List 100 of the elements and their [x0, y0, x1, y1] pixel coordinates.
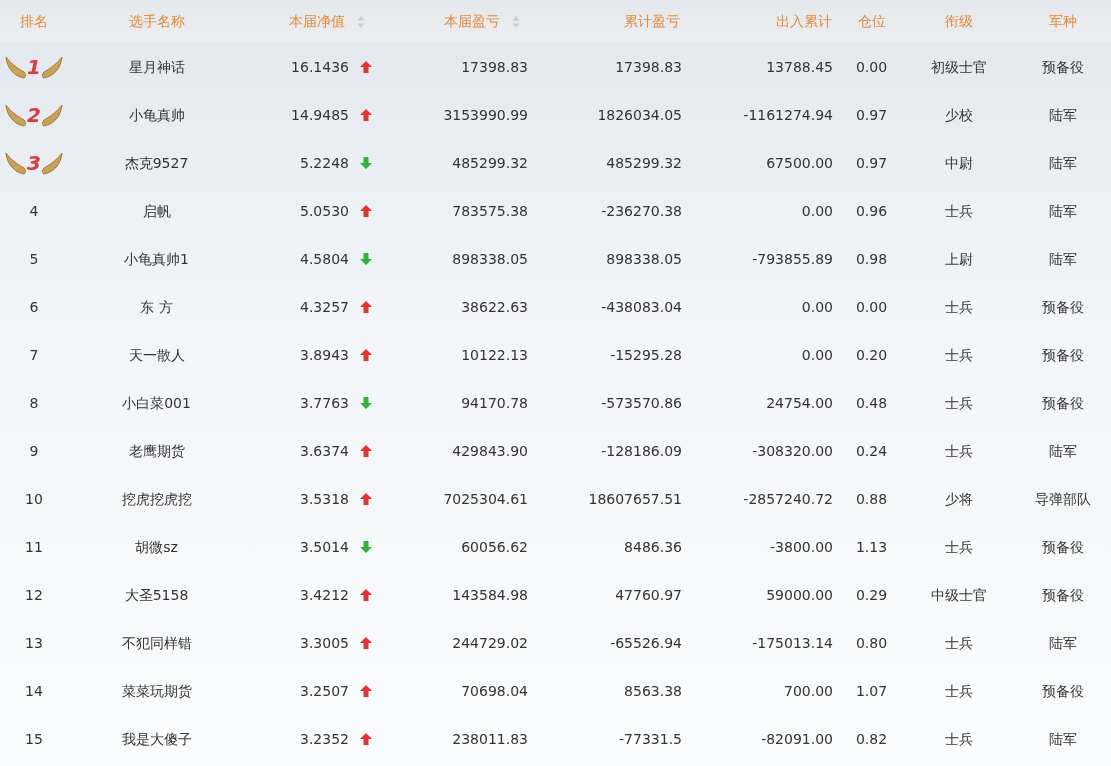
table-cell-text: -175013.14: [752, 633, 833, 653]
table-cell-text: -1161274.94: [743, 105, 833, 125]
table-cell-text: 1.07: [855, 681, 888, 701]
table-cell-text: 3.8943: [300, 345, 349, 365]
table-cell-text: -65526.94: [610, 633, 682, 653]
table-cell-text: 初级士官: [931, 57, 987, 77]
table-cell-text: -236270.38: [601, 201, 682, 221]
table-cell-text: 陆军: [1049, 729, 1077, 749]
table-cell-text: 3.6374: [300, 441, 349, 461]
player-name: 天一散人: [128, 345, 185, 365]
table-cell-text: 0.96: [855, 201, 888, 221]
player-name: 启帆: [142, 201, 171, 221]
rank-number: 2: [27, 102, 41, 129]
table-cell-text: -438083.04: [601, 297, 682, 317]
table-cell-text: 3.4212: [300, 585, 349, 605]
table-cell-text: 3.7763: [300, 393, 349, 413]
table-cell-text: 0.20: [855, 345, 888, 365]
table-cell-text: 238011.83: [452, 729, 528, 749]
rank-number: 4: [29, 201, 39, 221]
wing-icon: [4, 102, 27, 128]
sort-icon[interactable]: [512, 14, 520, 29]
rank-number: 10: [25, 489, 43, 509]
table-cell-text: 14.9485: [291, 105, 349, 125]
table-cell-text: 0.80: [855, 633, 888, 653]
rank-number: 15: [25, 729, 43, 749]
table-cell-text: 47760.97: [615, 585, 682, 605]
table-cell-text: 898338.05: [606, 249, 682, 269]
rank-number: 9: [29, 441, 39, 461]
table-cell-text: 0.97: [855, 153, 888, 173]
table-cell-text: 700.00: [784, 681, 833, 701]
table-cell-text: -77331.5: [619, 729, 682, 749]
player-name: 小龟真帅1: [124, 249, 189, 269]
table-cell-text: 94170.78: [461, 393, 528, 413]
player-name: 菜菜玩期货: [121, 681, 192, 701]
rank-number: 13: [25, 633, 43, 653]
table-cell-text: 0.48: [855, 393, 888, 413]
table-cell-text: 17398.83: [461, 57, 528, 77]
table-cell-text: -15295.28: [610, 345, 682, 365]
wing-icon: [4, 150, 27, 176]
table-cell-text: 士兵: [945, 441, 973, 461]
table-cell-text: 士兵: [945, 345, 973, 365]
table-cell-text: 783575.38: [452, 201, 528, 221]
table-cell-text: 0.00: [801, 345, 833, 365]
rank-number: 5: [29, 249, 39, 269]
table-cell-text: 0.00: [855, 297, 888, 317]
table-cell-text: 士兵: [945, 393, 973, 413]
table-cell-text: -573570.86: [601, 393, 682, 413]
table-cell-text: 3.2352: [300, 729, 349, 749]
rank-number: 12: [25, 585, 43, 605]
table-cell-text: 0.00: [801, 201, 833, 221]
table-cell-text: 上尉: [945, 249, 973, 269]
table-cell-text: 485299.32: [452, 153, 528, 173]
rank-number: 1: [27, 54, 41, 81]
table-cell-text: 预备役: [1042, 681, 1084, 701]
table-cell-text: 8486.36: [624, 537, 682, 557]
wing-icon: [41, 54, 64, 80]
table-cell-text: 陆军: [1049, 633, 1077, 653]
table-cell-text: 38622.63: [461, 297, 528, 317]
table-cell-text: 0.00: [855, 57, 888, 77]
player-name: 星月神话: [128, 57, 185, 77]
table-cell-text: 陆军: [1049, 441, 1077, 461]
table-cell-text: 0.88: [855, 489, 888, 509]
table-cell-text: 16.1436: [291, 57, 349, 77]
column-header: 累计盈亏: [624, 12, 680, 31]
table-cell-text: 陆军: [1049, 249, 1077, 269]
table-cell-text: 中尉: [945, 153, 973, 173]
table-cell-text: 18607657.51: [588, 489, 682, 509]
table-cell-text: 士兵: [945, 633, 973, 653]
table-cell-text: 5.0530: [300, 201, 349, 221]
wing-icon: [41, 102, 64, 128]
sort-icon[interactable]: [357, 14, 365, 29]
table-cell-text: 70698.04: [461, 681, 528, 701]
rank-number: 14: [25, 681, 43, 701]
table-cell-text: -82091.00: [761, 729, 833, 749]
table-cell-text: -3800.00: [770, 537, 833, 557]
rank-number: 7: [29, 345, 39, 365]
column-header: 本届净值: [289, 12, 345, 31]
table-cell-text: 429843.90: [452, 441, 528, 461]
player-name: 大圣5158: [124, 585, 189, 605]
table-cell-text: 3.5318: [300, 489, 349, 509]
table-cell-text: 4.3257: [300, 297, 349, 317]
rank-number: 11: [25, 537, 43, 557]
table-cell-text: 3153990.99: [443, 105, 528, 125]
player-name: 小龟真帅: [128, 105, 185, 125]
table-cell-text: 1826034.05: [597, 105, 682, 125]
rank-number: 6: [29, 297, 39, 317]
table-cell-text: 少校: [945, 105, 973, 125]
table-cell-text: 13788.45: [766, 57, 833, 77]
rank-number: 3: [27, 150, 41, 177]
player-name: 杰克9527: [124, 153, 189, 173]
table-cell-text: 3.5014: [300, 537, 349, 557]
table-cell-text: 预备役: [1042, 57, 1084, 77]
table-cell-text: 67500.00: [766, 153, 833, 173]
table-cell-text: 3.2507: [300, 681, 349, 701]
table-cell-text: 0.29: [855, 585, 888, 605]
table-cell-text: 陆军: [1049, 153, 1077, 173]
table-cell-text: 陆军: [1049, 201, 1077, 221]
table-cell-text: 0.24: [855, 441, 888, 461]
table-cell-text: 60056.62: [461, 537, 528, 557]
table-cell-text: 导弹部队: [1035, 489, 1091, 509]
